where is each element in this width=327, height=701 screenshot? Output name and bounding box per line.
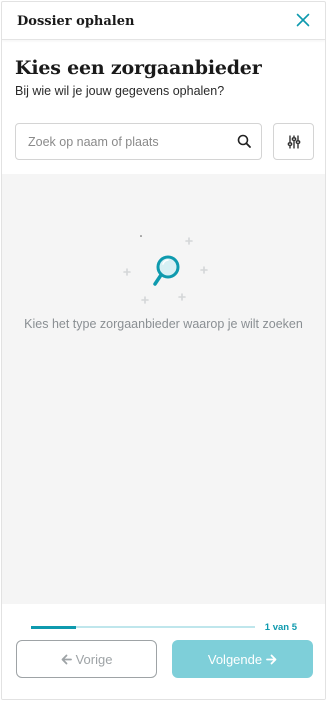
dialog-title: Dossier ophalen: [17, 14, 135, 29]
arrow-right-icon: [266, 654, 277, 664]
previous-button-label: Vorige: [75, 651, 113, 667]
next-button[interactable]: Volgende: [172, 640, 313, 678]
close-icon: [296, 13, 310, 27]
wizard-footer: 1 van 5 Vorige Volgende: [2, 604, 325, 699]
page-subtitle: Bij wie wil je jouw gegevens ophalen?: [15, 84, 225, 98]
empty-state-message: Kies het type zorgaanbieder waarop je wi…: [24, 317, 303, 331]
page-title: Kies een zorgaanbieder: [15, 57, 262, 79]
filter-button[interactable]: [273, 123, 314, 160]
filter-sliders-icon: [287, 135, 301, 149]
search-icon[interactable]: [237, 134, 252, 149]
search-field[interactable]: [15, 123, 262, 160]
magnifier-sparkle-icon: [123, 235, 208, 304]
search-input[interactable]: [28, 124, 228, 159]
progress-bar-fill: [31, 625, 76, 629]
dialog-header: Dossier ophalen: [2, 2, 325, 40]
dialog: Dossier ophalen Kies een zorgaanbieder B…: [1, 1, 326, 700]
results-empty-state: Kies het type zorgaanbieder waarop je wi…: [2, 174, 325, 604]
close-button[interactable]: [295, 12, 311, 28]
progress-label: 1 van 5: [264, 622, 297, 633]
next-button-label: Volgende: [207, 651, 263, 667]
arrow-left-icon: [61, 654, 72, 664]
progress-bar: [31, 625, 255, 629]
previous-button[interactable]: Vorige: [16, 640, 157, 678]
